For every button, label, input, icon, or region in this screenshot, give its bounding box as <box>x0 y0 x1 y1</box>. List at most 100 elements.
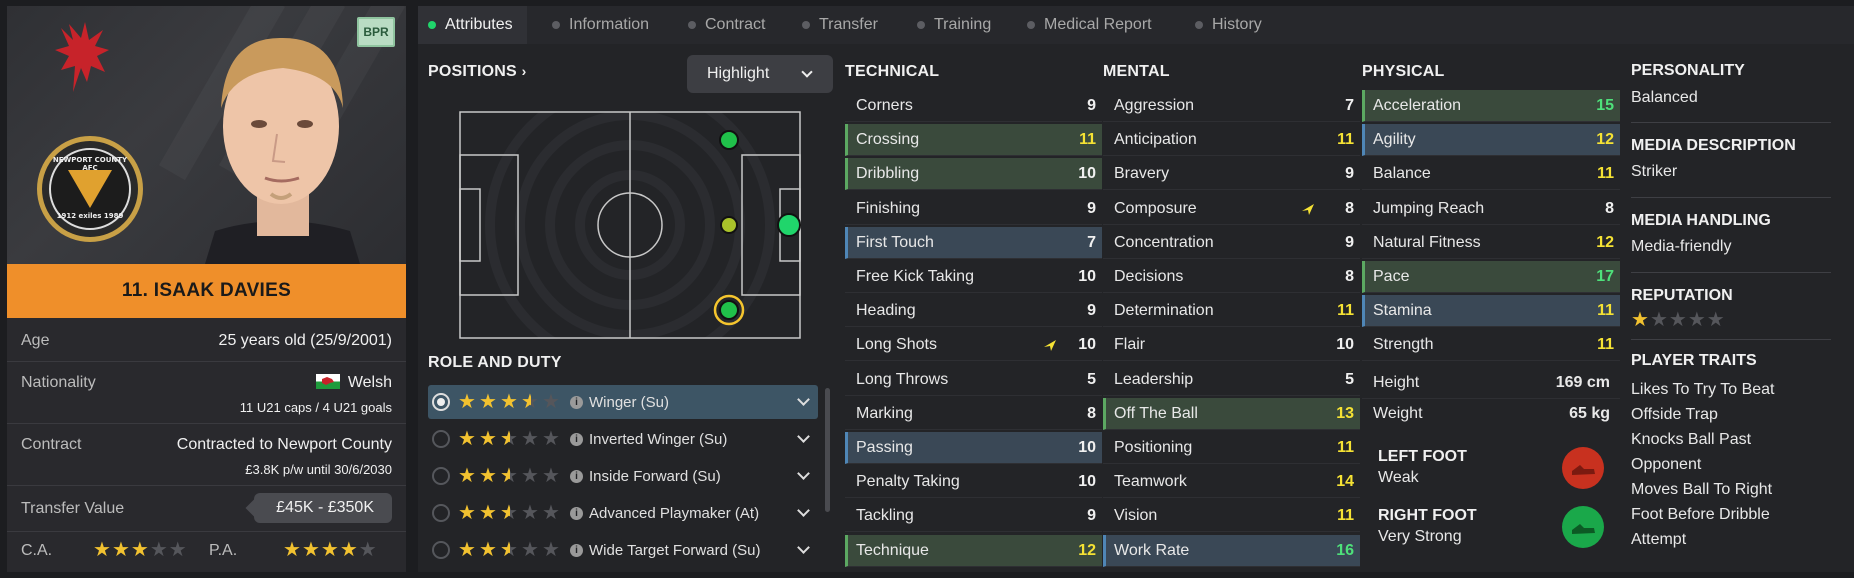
attribute-row[interactable]: Finishing 9 <box>845 193 1102 225</box>
chevron-down-icon[interactable] <box>797 430 810 443</box>
attribute-row[interactable]: Crossing 11 <box>845 124 1102 157</box>
attribute-row[interactable]: Natural Fitness 12 <box>1362 227 1620 259</box>
attribute-row[interactable]: Concentration 9 <box>1103 227 1360 259</box>
attribute-row[interactable]: Long Throws 5 <box>845 364 1102 396</box>
tab-medical-report[interactable]: Medical Report <box>1027 6 1152 44</box>
attribute-row[interactable]: Heading 9 <box>845 295 1102 328</box>
attribute-row[interactable]: Positioning 11 <box>1103 432 1360 464</box>
attribute-name: Technique <box>856 541 929 559</box>
attribute-row[interactable]: Technique 12 <box>845 534 1102 567</box>
chevron-down-icon[interactable] <box>797 393 810 406</box>
star-icon: ★ <box>479 428 497 450</box>
player-portrait-area: NEWPORT COUNTY AFC 1912 exiles 1989 BPR <box>7 6 406 264</box>
attribute-name: Strength <box>1373 336 1434 354</box>
bpr-badge[interactable]: BPR <box>357 17 395 47</box>
chevron-down-icon[interactable] <box>797 467 810 480</box>
attribute-row[interactable]: First Touch 7 <box>845 226 1102 259</box>
star-filled-icon: ★ <box>283 539 301 561</box>
info-icon[interactable]: i <box>570 469 583 483</box>
attribute-row[interactable]: Strength 11 <box>1362 329 1620 362</box>
attribute-row[interactable]: Decisions 8 <box>1103 261 1360 293</box>
attribute-name: Concentration <box>1114 233 1214 251</box>
role-rating-stars: ★ ★ ★ ★ ★ <box>458 429 564 449</box>
role-row[interactable]: ★★★★★iAdvanced Playmaker (At) <box>428 496 818 530</box>
role-label: Wide Target Forward (Su) <box>589 541 761 559</box>
tab-information[interactable]: Information <box>552 6 649 44</box>
tab-label: Training <box>934 16 992 33</box>
tab-dot-icon <box>552 21 560 29</box>
attribute-row[interactable]: Stamina 11 <box>1362 295 1620 328</box>
attribute-row[interactable]: Flair 10 <box>1103 329 1360 362</box>
attribute-name: Dribbling <box>856 165 920 183</box>
star-icon: ★ <box>479 539 497 561</box>
positions-header[interactable]: POSITIONS › <box>428 63 526 81</box>
attribute-row[interactable]: Determination 11 <box>1103 295 1360 328</box>
attribute-row[interactable]: Penalty Taking 10 <box>845 466 1102 499</box>
attribute-row[interactable]: Corners 9 <box>845 90 1102 122</box>
progress-arrow-icon <box>1044 340 1056 352</box>
attribute-row[interactable]: Dribbling 10 <box>845 158 1102 191</box>
transfer-value-pill[interactable]: £45K - £350K <box>254 493 392 523</box>
tab-dot-icon <box>688 21 696 29</box>
divider <box>1631 122 1831 123</box>
attribute-row[interactable]: Free Kick Taking 10 <box>845 261 1102 293</box>
info-icon[interactable]: i <box>570 432 583 446</box>
attribute-row[interactable]: Agility 12 <box>1362 124 1620 157</box>
left-foot-label: LEFT FOOT <box>1378 448 1467 465</box>
star-icon: ★ <box>500 503 520 523</box>
attribute-row[interactable]: Vision 11 <box>1103 500 1360 533</box>
attribute-row[interactable]: Anticipation 11 <box>1103 124 1360 157</box>
attribute-row[interactable]: Tackling 9 <box>845 500 1102 533</box>
height-row: Height 169 cm <box>1362 367 1620 399</box>
roles-scrollbar[interactable] <box>825 388 830 512</box>
attribute-name: Finishing <box>856 199 921 217</box>
tab-training[interactable]: Training <box>917 6 991 44</box>
chevron-down-icon <box>801 66 813 78</box>
attribute-row[interactable]: Composure 8 <box>1103 193 1360 225</box>
attribute-row[interactable]: Teamwork 14 <box>1103 466 1360 499</box>
role-radio[interactable] <box>432 393 450 411</box>
attribute-row[interactable]: Aggression 7 <box>1103 90 1360 122</box>
star-empty-icon: ★ <box>1649 307 1668 331</box>
info-icon[interactable]: i <box>570 543 583 557</box>
tab-dot-icon <box>917 21 925 29</box>
contract-value[interactable]: Contracted to Newport County <box>177 436 392 454</box>
attribute-value: 11 <box>1597 336 1614 354</box>
attribute-row[interactable]: Jumping Reach 8 <box>1362 193 1620 225</box>
role-radio[interactable] <box>432 430 450 448</box>
role-label: Inverted Winger (Su) <box>589 430 728 448</box>
role-row[interactable]: ★★★★★iInside Forward (Su) <box>428 459 818 493</box>
attribute-row[interactable]: Bravery 9 <box>1103 158 1360 191</box>
tab-contract[interactable]: Contract <box>688 6 765 44</box>
attribute-row[interactable]: Off The Ball 13 <box>1103 397 1360 430</box>
role-row[interactable]: ★★★★★iWide Target Forward (Su) <box>428 533 818 567</box>
role-radio[interactable] <box>432 504 450 522</box>
attribute-row[interactable]: Leadership 5 <box>1103 364 1360 396</box>
tab-history[interactable]: History <box>1195 6 1262 44</box>
attribute-row[interactable]: Passing 10 <box>845 432 1102 464</box>
role-radio[interactable] <box>432 541 450 559</box>
tab-transfer[interactable]: Transfer <box>802 6 878 44</box>
attribute-row[interactable]: Marking 8 <box>845 398 1102 430</box>
info-icon[interactable]: i <box>570 506 583 520</box>
highlight-dropdown[interactable]: Highlight <box>687 55 833 93</box>
attribute-row[interactable]: Work Rate 16 <box>1103 534 1360 567</box>
attribute-row[interactable]: Balance 11 <box>1362 158 1620 191</box>
star-empty-icon: ★ <box>1668 307 1687 331</box>
attribute-name: Corners <box>856 97 913 114</box>
chevron-right-icon: › <box>521 63 527 79</box>
attribute-name: Agility <box>1373 131 1416 149</box>
media-description-label: MEDIA DESCRIPTION <box>1631 137 1796 154</box>
attribute-row[interactable]: Pace 17 <box>1362 261 1620 293</box>
attribute-row[interactable]: Acceleration 15 <box>1362 90 1620 122</box>
role-row[interactable]: ★★★★★ i Inverted Winger (Su) <box>428 422 818 456</box>
attribute-value: 10 <box>1078 439 1096 456</box>
tab-attributes[interactable]: Attributes <box>418 6 527 44</box>
info-icon[interactable]: i <box>570 395 583 409</box>
chevron-down-icon[interactable] <box>797 504 810 517</box>
chevron-down-icon[interactable] <box>797 541 810 554</box>
attribute-row[interactable]: Long Shots 10 <box>845 329 1102 362</box>
role-row[interactable]: ★★★★★iWinger (Su) <box>428 385 818 419</box>
role-radio[interactable] <box>432 467 450 485</box>
attribute-name: Jumping Reach <box>1373 199 1485 217</box>
